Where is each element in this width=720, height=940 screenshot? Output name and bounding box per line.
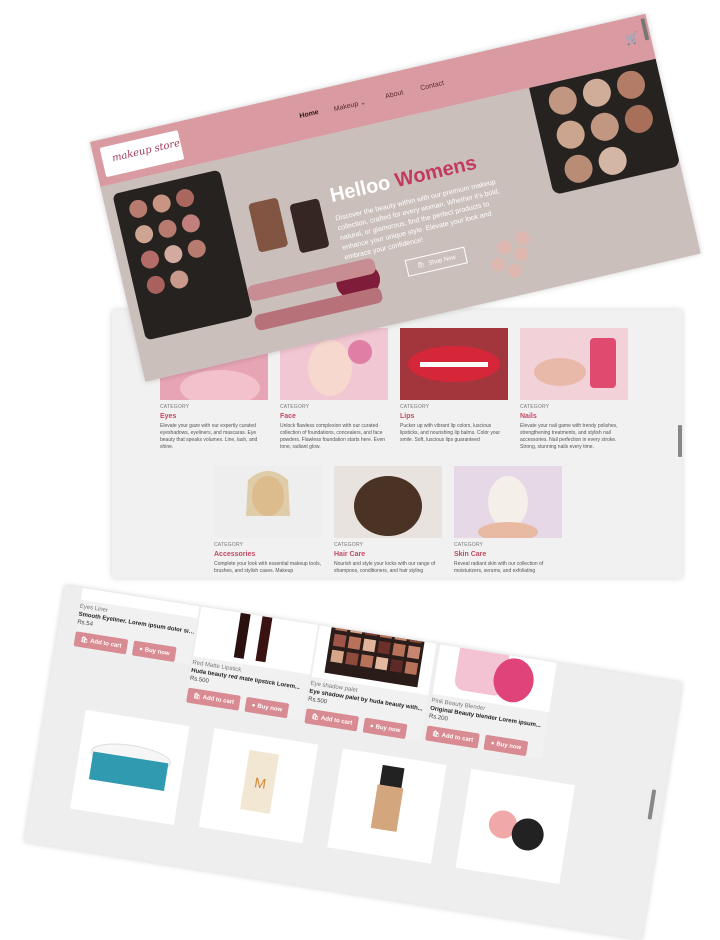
cart-icon[interactable]: 🛒 (624, 31, 640, 47)
category-card-skin-care[interactable]: CATEGORY Skin Care Reveal radiant skin w… (454, 466, 562, 575)
category-title[interactable]: Hair Care (334, 551, 442, 558)
category-card-accessories[interactable]: CATEGORY Accessories Complete your look … (214, 466, 322, 575)
category-description: Elevate your gaze with our expertly cura… (160, 423, 258, 450)
buy-now-button[interactable]: ● Buy now (132, 640, 177, 663)
bag-icon: 🛍 (310, 714, 320, 722)
nav-contact[interactable]: Contact (420, 80, 445, 92)
category-card-nails[interactable]: CATEGORY Nails Elevate your nail game wi… (520, 328, 628, 451)
category-eyebrow: CATEGORY (334, 542, 364, 548)
cart-circle-icon: ● (251, 702, 256, 709)
nav-home[interactable]: Home (299, 109, 320, 120)
bag-icon: 🛍 (431, 731, 441, 739)
category-eyebrow: CATEGORY (520, 404, 550, 410)
product-image (432, 624, 560, 713)
add-to-cart-button[interactable]: 🛍 Add to cart (73, 631, 129, 655)
category-eyebrow: CATEGORY (214, 542, 244, 548)
bag-icon: 🛍 (416, 261, 426, 270)
nav-makeup-dropdown[interactable]: Makeup ⌄ (333, 98, 367, 113)
cart-circle-icon: ● (369, 722, 375, 730)
chevron-down-icon: ⌄ (357, 99, 367, 108)
category-description: Elevate your nail game with trendy polis… (520, 423, 618, 450)
category-eyebrow: CATEGORY (454, 542, 484, 548)
category-title[interactable]: Lips (400, 413, 508, 420)
products-screenshot: Eyes Liner Smooth Eyeliner. Lorem ipsum … (24, 585, 683, 940)
scrollbar-thumb[interactable] (647, 789, 657, 820)
category-image-hair-care (334, 466, 442, 538)
category-image-accessories (214, 466, 322, 538)
cart-circle-icon: ● (490, 740, 495, 747)
category-description: Reveal radiant skin with our collection … (454, 561, 544, 574)
category-image-nails (520, 328, 628, 400)
category-description: Unlock flawless complexion with our cura… (280, 423, 386, 450)
svg-text:M: M (253, 774, 267, 792)
cart-circle-icon: ● (138, 645, 144, 653)
scrollbar-thumb[interactable] (678, 425, 682, 457)
product-card: Red Matte Lipstick Huda beauty red mate … (186, 586, 321, 721)
category-eyebrow: CATEGORY (400, 404, 430, 410)
add-to-cart-button[interactable]: 🛍 Add to cart (186, 687, 242, 711)
category-title[interactable]: Skin Care (454, 551, 562, 558)
category-description: Complete your look with essential makeup… (214, 561, 321, 574)
buy-now-button[interactable]: ● Buy now (362, 717, 408, 740)
beauty-blender-image (432, 624, 560, 713)
red-lipstick-image (193, 586, 321, 675)
product-image-foundation (327, 748, 447, 864)
category-description: Nourish and style your locks with our ra… (334, 561, 436, 574)
nav-about[interactable]: About (385, 89, 404, 100)
category-title[interactable]: Accessories (214, 551, 322, 558)
category-card-lips[interactable]: CATEGORY Lips Pucker up with vibrant lip… (400, 328, 508, 444)
product-image (311, 607, 440, 696)
category-image-skin-care (454, 466, 562, 538)
product-image-cream (70, 709, 190, 825)
category-title[interactable]: Face (280, 413, 388, 420)
category-title[interactable]: Eyes (160, 413, 268, 420)
category-eyebrow: CATEGORY (280, 404, 310, 410)
eyeshadow-palette-image (311, 607, 440, 696)
bag-icon: 🛍 (192, 693, 202, 701)
buy-now-button[interactable]: ● Buy now (244, 696, 290, 719)
buy-now-button[interactable]: ● Buy now (483, 734, 529, 757)
category-description: Pucker up with vibrant lip colors, lusci… (400, 423, 501, 443)
product-image-hair-oil: M (198, 728, 319, 844)
product-image (193, 586, 321, 675)
product-card: Eyes Liner Smooth Eyeliner. Lorem ipsum … (73, 587, 200, 665)
product-image-blush (455, 768, 575, 885)
category-card-hair-care[interactable]: CATEGORY Hair Care Nourish and style you… (334, 466, 442, 575)
category-title[interactable]: Nails (520, 413, 628, 420)
add-to-cart-button[interactable]: 🛍 Add to cart (425, 725, 481, 749)
category-eyebrow: CATEGORY (160, 404, 190, 410)
add-to-cart-button[interactable]: 🛍 Add to cart (304, 708, 360, 732)
category-image-lips (400, 328, 508, 400)
bag-icon: 🛍 (80, 637, 89, 645)
product-card: Eye shadow palet Eye shadow palet by hud… (304, 607, 440, 742)
product-card: Pink Beauty Blender Original Beauty blen… (425, 624, 560, 759)
